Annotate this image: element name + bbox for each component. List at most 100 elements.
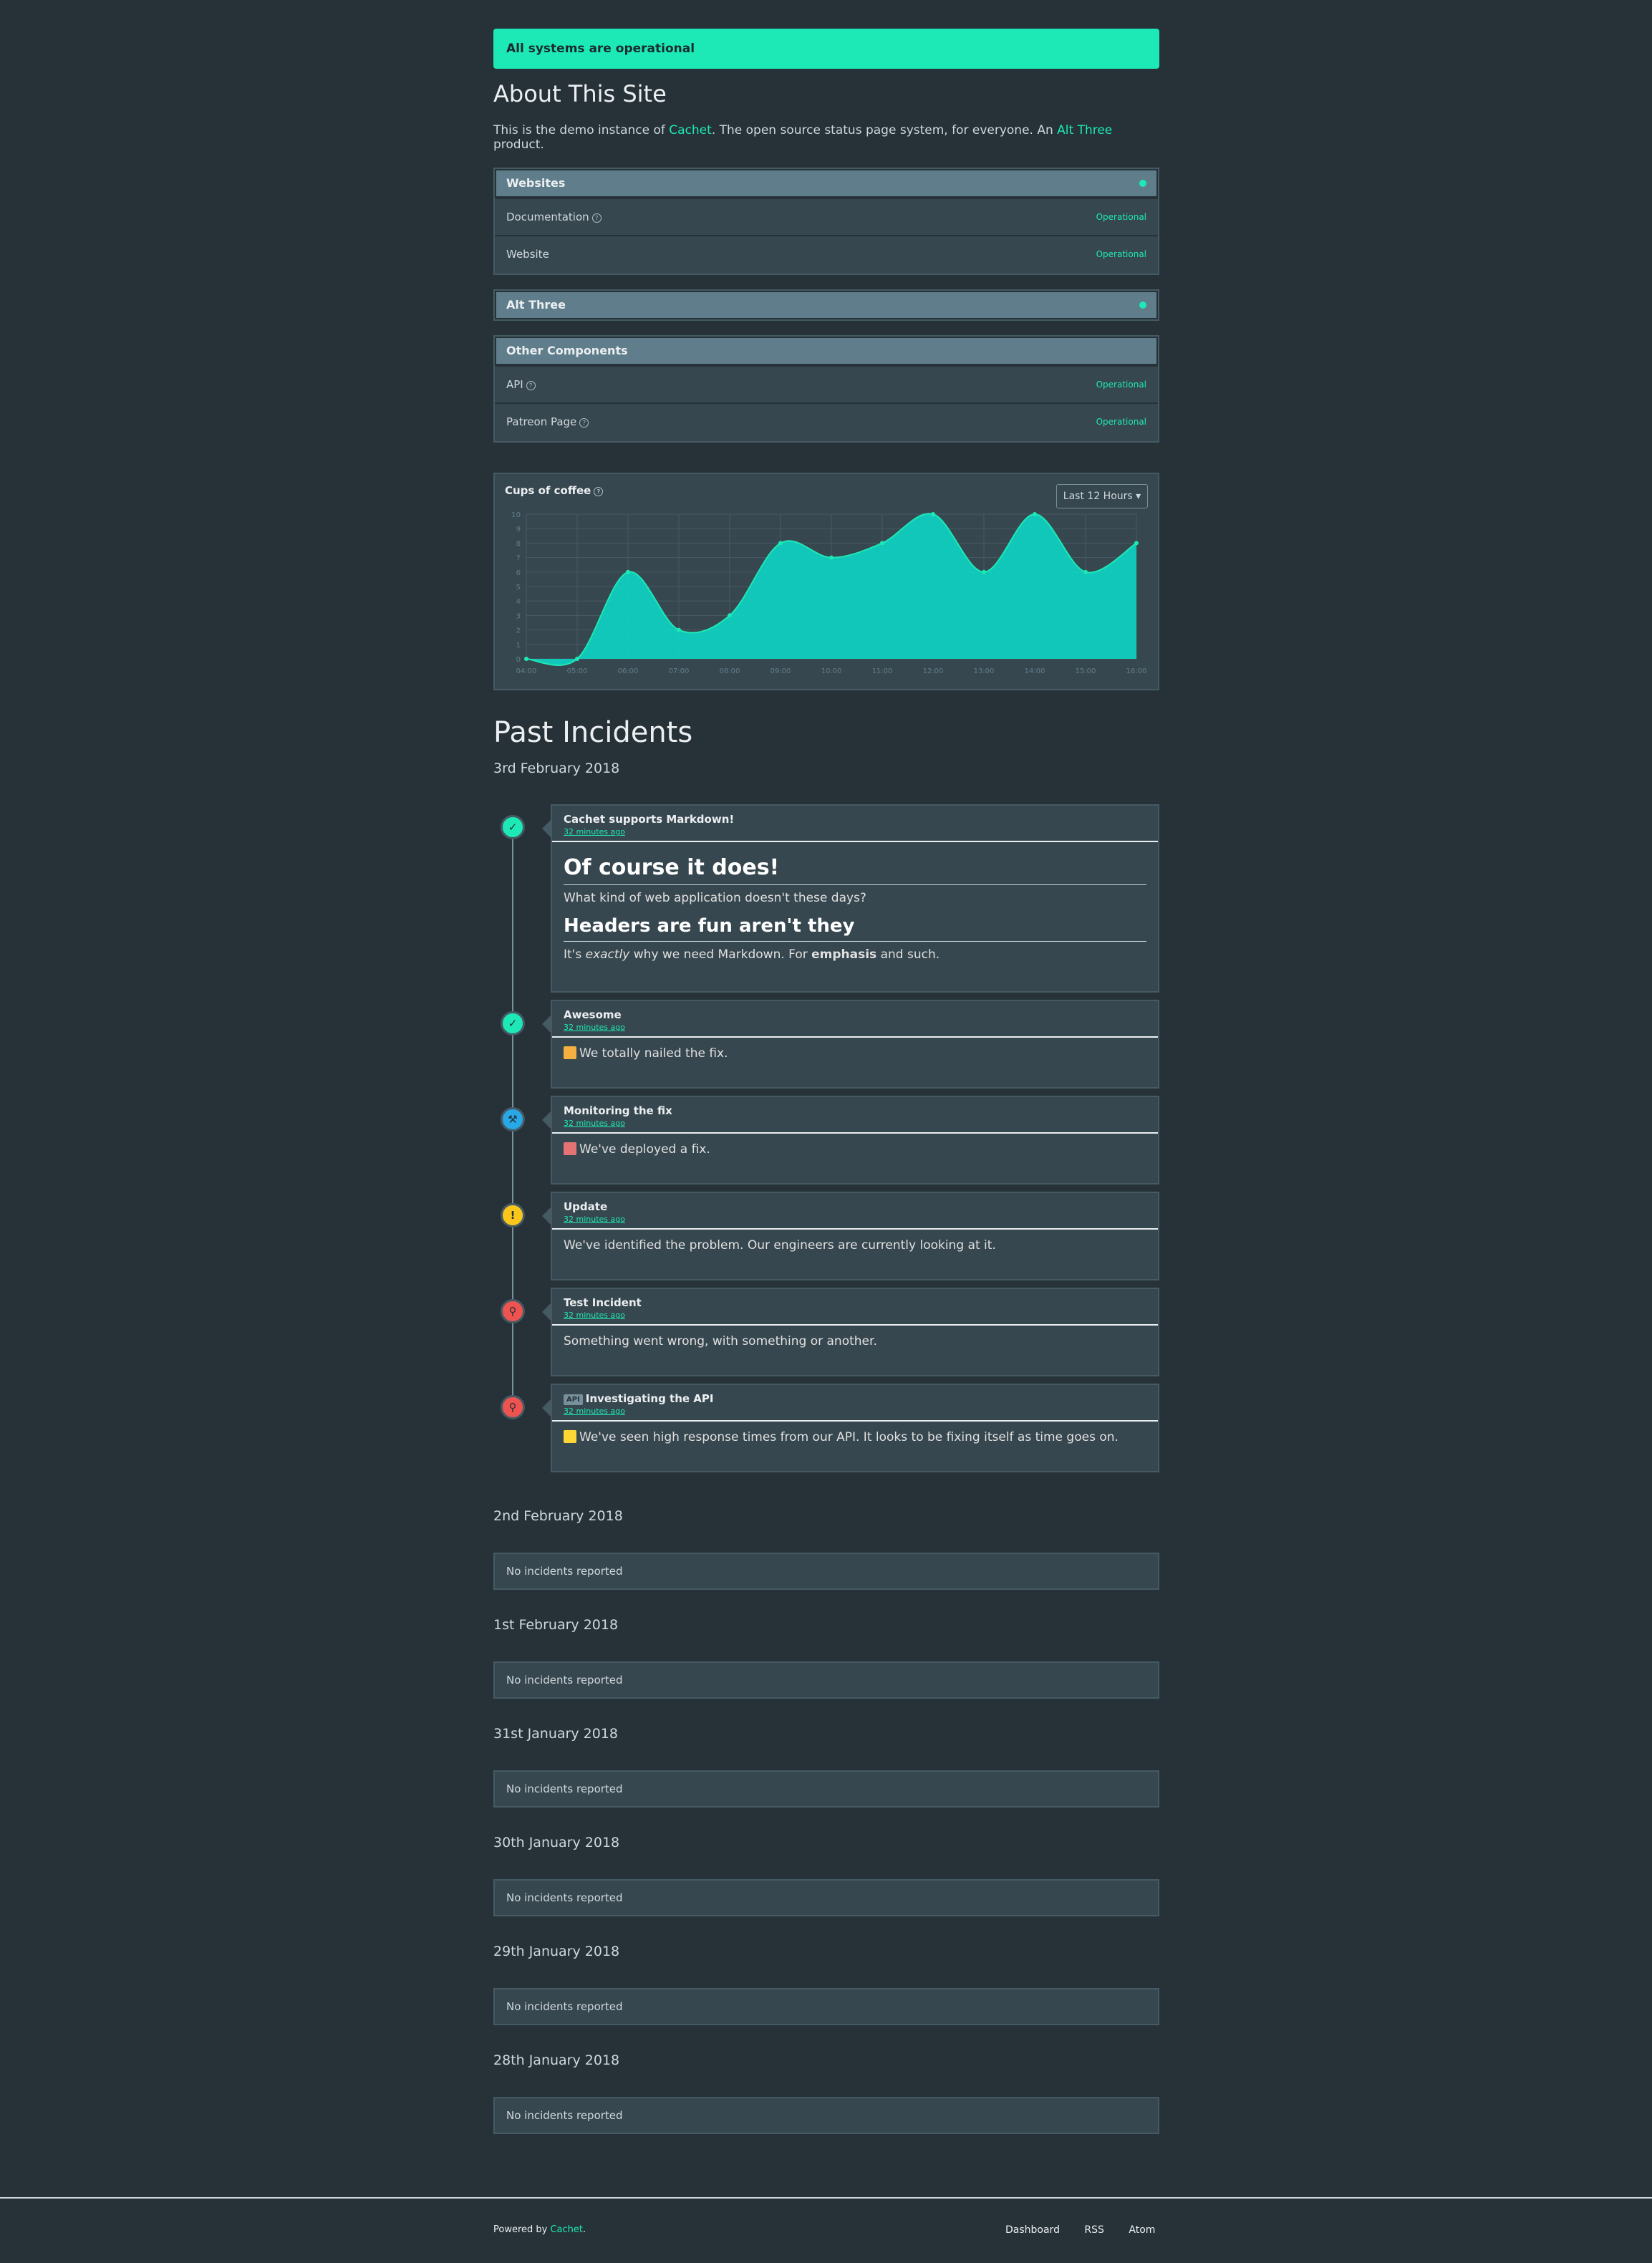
group-name: Websites <box>506 176 566 190</box>
help-icon[interactable]: ? <box>579 418 589 428</box>
no-incidents-box: No incidents reported <box>493 1770 1159 1808</box>
check-icon: ✓ <box>501 815 525 839</box>
x-tick-label: 06:00 <box>618 667 639 675</box>
component-status: Operational <box>1096 212 1146 222</box>
incident-header: Awesome 32 minutes ago <box>552 1001 1158 1038</box>
data-point <box>626 569 630 574</box>
emphasis-text: exactly <box>585 947 630 962</box>
component-website: Website Operational <box>495 235 1158 272</box>
data-point <box>1083 569 1088 574</box>
component-documentation: Documentation? Operational <box>495 198 1158 235</box>
search-icon: ⚲ <box>501 1299 525 1323</box>
incident-time[interactable]: 32 minutes ago <box>564 827 1146 836</box>
no-incidents-box: No incidents reported <box>493 1988 1159 2025</box>
footer-link-rss[interactable]: RSS <box>1084 2224 1104 2236</box>
data-point <box>1134 541 1139 546</box>
incident-card: Awesome 32 minutes ago We totally nailed… <box>542 1000 1159 1089</box>
x-tick-label: 15:00 <box>1076 667 1096 675</box>
incident-title-text: Investigating the API <box>585 1392 714 1405</box>
x-tick-label: 13:00 <box>974 667 995 675</box>
incident-card: API Investigating the API 32 minutes ago … <box>542 1384 1159 1472</box>
no-incidents-box: No incidents reported <box>493 1879 1159 1916</box>
incident-time[interactable]: 32 minutes ago <box>564 1119 1146 1128</box>
incident-title[interactable]: Awesome <box>564 1008 1146 1021</box>
group-header-websites[interactable]: Websites <box>495 169 1158 198</box>
data-point <box>982 569 986 574</box>
metric-title-text: Cups of coffee <box>505 484 591 497</box>
text: and such. <box>876 947 940 962</box>
incident-message: We totally nailed the fix. <box>579 1046 728 1061</box>
text: It's <box>564 947 586 962</box>
help-icon[interactable]: ? <box>526 381 536 390</box>
incident-header: Monitoring the fix 32 minutes ago <box>552 1097 1158 1134</box>
data-point <box>1033 512 1037 516</box>
incident-title[interactable]: Update <box>564 1200 1146 1213</box>
component-group-other: Other Components API? Operational Patreo… <box>493 335 1159 443</box>
check-icon: ✓ <box>501 1011 525 1036</box>
footer-link-atom[interactable]: Atom <box>1129 2224 1155 2236</box>
date-heading: 29th January 2018 <box>493 1944 620 1959</box>
incident-time[interactable]: 32 minutes ago <box>564 1406 1146 1416</box>
incident-body: Of course it does! What kind of web appl… <box>552 842 1158 970</box>
data-point <box>880 541 884 546</box>
status-banner: All systems are operational <box>493 29 1159 69</box>
range-select[interactable]: Last 12 Hours ▾ <box>1056 484 1148 508</box>
no-incidents-box: No incidents reported <box>493 2097 1159 2134</box>
about-title: About This Site <box>493 80 667 107</box>
incident-time[interactable]: 32 minutes ago <box>564 1311 1146 1320</box>
component-name: Patreon Page <box>506 415 577 428</box>
wrench-icon: ⚒ <box>501 1107 525 1132</box>
incident-title[interactable]: API Investigating the API <box>564 1392 1146 1405</box>
y-tick-label: 6 <box>516 569 521 577</box>
incident-body: We've deployed a fix. <box>552 1134 1158 1165</box>
incident-body: We've identified the problem. Our engine… <box>564 1238 996 1253</box>
date-heading: 1st February 2018 <box>493 1617 619 1633</box>
incident-header: Test Incident 32 minutes ago <box>552 1289 1158 1326</box>
incident-header: API Investigating the API 32 minutes ago <box>552 1385 1158 1422</box>
incident-title[interactable]: Cachet supports Markdown! <box>564 813 1146 826</box>
alt-three-link[interactable]: Alt Three <box>1057 123 1112 137</box>
component-name: Website <box>506 248 549 261</box>
markdown-heading-1: Of course it does! <box>564 855 1146 885</box>
markdown-paragraph: What kind of web application doesn't the… <box>564 891 866 905</box>
incident-time[interactable]: 32 minutes ago <box>564 1023 1146 1032</box>
api-badge: API <box>564 1394 583 1405</box>
help-icon[interactable]: ? <box>591 213 602 223</box>
no-incidents-box: No incidents reported <box>493 1553 1159 1590</box>
emoji-icon <box>564 1430 576 1443</box>
date-heading: 31st January 2018 <box>493 1726 618 1742</box>
data-point <box>778 541 783 546</box>
y-tick-label: 3 <box>516 612 521 620</box>
incident-body: We totally nailed the fix. <box>552 1038 1158 1069</box>
incident-body: We've seen high response times from our … <box>552 1422 1158 1453</box>
component-status: Operational <box>1096 417 1146 427</box>
about-text-part: product. <box>493 137 544 152</box>
incident-title[interactable]: Monitoring the fix <box>564 1104 1146 1117</box>
group-name: Alt Three <box>506 298 566 312</box>
status-dot-icon <box>1139 301 1146 309</box>
group-header-alt-three[interactable]: Alt Three <box>495 291 1158 319</box>
cachet-footer-link[interactable]: Cachet <box>550 2224 583 2235</box>
incident-time[interactable]: 32 minutes ago <box>564 1215 1146 1224</box>
markdown-paragraph: It's exactly why we need Markdown. For e… <box>564 947 1146 962</box>
incident-body: Something went wrong, with something or … <box>564 1334 877 1348</box>
data-point <box>677 627 681 632</box>
date-heading: 3rd February 2018 <box>493 761 620 776</box>
x-tick-label: 08:00 <box>720 667 740 675</box>
metric-title: Cups of coffee? <box>505 484 604 497</box>
strong-text: emphasis <box>811 947 877 962</box>
data-point <box>728 613 732 618</box>
incident-header: Cachet supports Markdown! 32 minutes ago <box>552 806 1158 842</box>
incident-title[interactable]: Test Incident <box>564 1296 1146 1309</box>
emoji-icon <box>564 1142 576 1155</box>
metric-chart: 0 1 2 3 4 5 6 7 8 9 10 04:00 05:00 06:00 07:00 08:00 09:… <box>511 511 1146 675</box>
incident-message: We've seen high response times from our … <box>579 1430 1119 1444</box>
powered-text: . <box>583 2224 586 2235</box>
y-tick-label: 2 <box>516 627 521 635</box>
footer-link-dashboard[interactable]: Dashboard <box>1005 2224 1060 2236</box>
help-icon[interactable]: ? <box>594 487 604 496</box>
cachet-link[interactable]: Cachet <box>669 123 712 137</box>
y-tick-label: 10 <box>511 511 521 519</box>
data-point <box>524 657 528 661</box>
about-text-part: . The open source status page system, fo… <box>711 123 1058 137</box>
